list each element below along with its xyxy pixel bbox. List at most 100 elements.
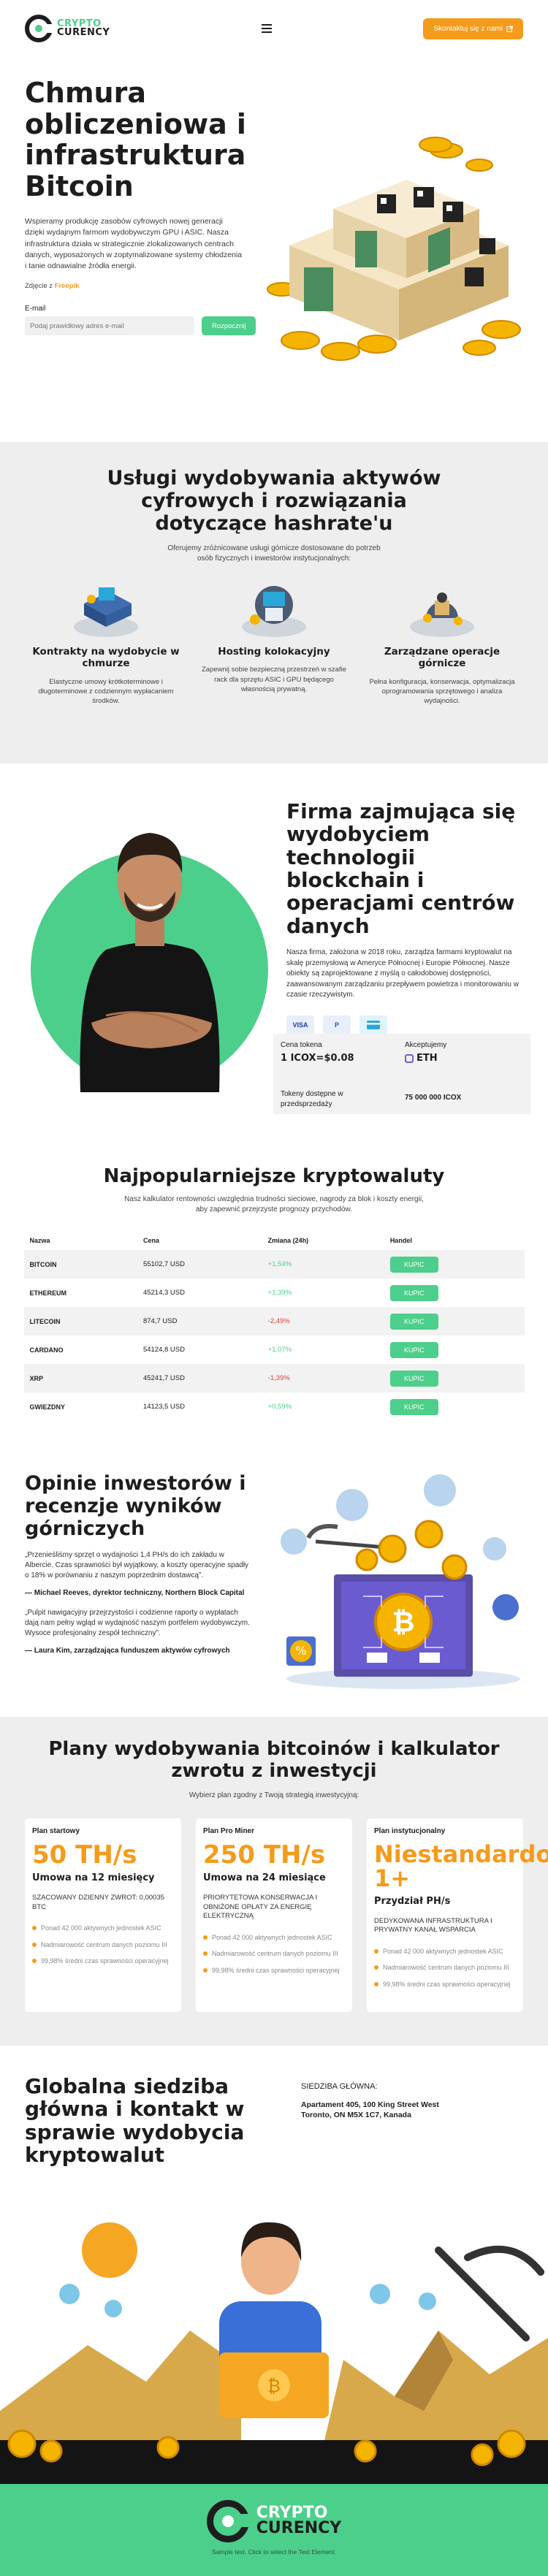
plan-terms: Umowa na 24 miesiące (203, 1872, 326, 1884)
plan-card[interactable]: Plan Pro Miner 250 TH/s Umowa na 24 mies… (196, 1818, 352, 2012)
buy-button[interactable]: KUPIC (389, 1256, 438, 1273)
service-cloud-contracts: Kontrakty na wydobycie w chmurze Elastyc… (29, 582, 183, 706)
start-button[interactable]: Rozpocznij (202, 316, 256, 336)
plan-feature: Ponad 42 000 aktywnych jednostek ASIC (374, 1947, 516, 1956)
coin-price: 54124,8 USD (142, 1346, 185, 1354)
credit-link[interactable]: Freepik (55, 282, 80, 290)
service-managed-mining: Zarządzane operacje górnicze Pełna konfi… (365, 582, 519, 706)
crypto-table: Nazwa Cena Zmiana (24h) Handel BITCOIN 5… (23, 1231, 525, 1421)
table-row: LITECOIN 874,7 USD -2,49% KUPIC (23, 1307, 525, 1335)
logo-icon (206, 2500, 249, 2542)
email-input[interactable] (25, 316, 194, 336)
server-hosting-icon (242, 586, 306, 638)
plan-feature: Nadmiarowość centrum danych poziomu III (203, 1949, 345, 1959)
footer-logo[interactable]: CRYPTO CURENCY (0, 2484, 548, 2542)
about-title: Firma zajmująca się wydobyciem technolog… (286, 799, 516, 938)
footer-copyright: Sample text. Click to select the Text El… (212, 2548, 336, 2556)
coin-change: +1,54% (262, 1250, 384, 1279)
column-header: Handel (389, 1237, 412, 1244)
buy-button[interactable]: KUPIC (389, 1398, 438, 1415)
logo-line2: CURENCY (256, 2519, 342, 2537)
table-row: XRP 45241,7 USD -1,39% KUPIC (23, 1364, 525, 1392)
about-text: Nasza firma, założona w 2018 roku, zarzą… (286, 948, 519, 999)
plan-feature: 99,98% średni czas sprawności operacyjne… (374, 1980, 516, 1989)
contact-button[interactable]: Skontaktuj się z nami (423, 18, 523, 39)
logo-line2: CURENCY (57, 27, 110, 38)
logo-line1: CRYPTO (256, 2504, 328, 2523)
column-header: Nazwa (29, 1237, 50, 1244)
coin-change: +0,59% (267, 1403, 292, 1411)
service-title: Hosting kolokacyjny (218, 646, 330, 658)
plan-feature: Nadmiarowość centrum danych poziomu III (374, 1963, 516, 1973)
hq-address: Apartament 405, 100 King Street West Tor… (301, 2100, 439, 2120)
table-header-row: Nazwa Cena Zmiana (24h) Handel (24, 1231, 525, 1250)
reviews-section: Opinie inwestorów i recenzje wyników gór… (0, 1436, 548, 1717)
coin-price: 874,7 USD (137, 1307, 262, 1335)
reviews-title: Opinie inwestorów i recenzje wyników gór… (25, 1472, 246, 1541)
buy-button[interactable]: KUPIC (389, 1284, 438, 1301)
services-section: Usługi wydobywania aktywów cyfrowych i r… (0, 442, 548, 763)
eth-icon (405, 1053, 414, 1063)
plan-card[interactable]: Plan startowy 50 TH/s Umowa na 12 miesię… (25, 1818, 181, 2012)
buy-button[interactable]: KUPIC (389, 1313, 438, 1330)
plan-description: SZACOWANY DZIENNY ZWROT: 0,00035 BTC (32, 1894, 164, 1911)
plan-features: Ponad 42 000 aktywnych jednostek ASIC Na… (374, 1947, 516, 1989)
plan-card[interactable]: Plan instytucjonalny Niestandardo 1+ Prz… (367, 1818, 548, 2012)
service-text: Zapewnij sobie bezpieczną przestrzeń w s… (201, 666, 346, 694)
review-quote: „Przenieśliśmy sprzęt o wydajności 1,4 P… (25, 1551, 249, 1580)
miner-with-laptop-illustration: ₿ (0, 2222, 548, 2484)
token-price-label: Cena tokena (281, 1041, 322, 1049)
buy-button[interactable]: KUPIC (389, 1341, 438, 1358)
review-author: — Laura Kim, zarządzająca funduszem akty… (25, 1647, 230, 1655)
paypal-icon: P (323, 1015, 351, 1034)
payment-methods: VISA P (286, 1015, 528, 1034)
credit-card-icon (359, 1015, 387, 1034)
plan-features: Ponad 42 000 aktywnych jednostek ASIC Na… (32, 1924, 174, 1966)
about-section: Firma zajmująca się wydobyciem technolog… (0, 763, 548, 1143)
plan-hashrate: Niestandardo 1+ (374, 1840, 548, 1893)
accepted-value: ETH (416, 1053, 438, 1064)
services-title: Usługi wydobywania aktywów cyfrowych i r… (107, 467, 441, 535)
review-author: — Michael Reeves, dyrektor techniczny, N… (25, 1589, 245, 1598)
contact-section: Globalna siedziba główna i kontakt w spr… (0, 2046, 548, 2484)
hero-section: Chmura obliczeniowa i infrastruktura Bit… (0, 57, 548, 382)
services-subtitle: Oferujemy zróżnicowane usługi górnicze d… (167, 544, 381, 563)
bitcoin-mining-illustration: ₿ % (281, 1474, 520, 1689)
coin-name: CARDANO (29, 1346, 64, 1354)
coin-name: BITCOIN (23, 1250, 137, 1279)
plan-terms: Przydział PH/s (374, 1895, 451, 1907)
coin-name: GWIEZDNY (29, 1403, 66, 1411)
service-title: Kontrakty na wydobycie w chmurze (32, 646, 180, 670)
plan-hashrate: 250 TH/s (203, 1840, 326, 1870)
site-header: CRYPTO CURENCY Skontaktuj się z nami (0, 0, 548, 57)
logo[interactable]: CRYPTO CURENCY (25, 15, 110, 42)
token-info-box: Cena tokena 1 ICOX=$0.08 Akceptujemy ETH… (273, 1034, 530, 1114)
service-colocation: Hosting kolokacyjny Zapewnij sobie bezpi… (197, 582, 351, 706)
coin-name: XRP (23, 1364, 137, 1392)
table-row: ETHEREUM 45214,3 USD +1,39% KUPIC (24, 1279, 525, 1307)
presale-value: 75 000 000 ICOX (405, 1094, 462, 1102)
plan-feature: Ponad 42 000 aktywnych jednostek ASIC (32, 1924, 174, 1933)
coin-change: -2,49% (262, 1307, 384, 1335)
plan-feature: Nadmiarowość centrum danych poziomu III (32, 1940, 174, 1950)
hamburger-icon[interactable] (261, 24, 272, 33)
plan-name: Plan startowy (32, 1826, 80, 1835)
site-footer: CRYPTO CURENCY Sample text. Click to sel… (0, 2484, 548, 2576)
service-title: Zarządzane operacje górnicze (384, 646, 501, 670)
svg-text:₿: ₿ (267, 2376, 281, 2396)
svg-text:%: % (295, 1644, 306, 1658)
review-quote: „Pulpit nawigacyjny przejrzystości i cod… (25, 1609, 250, 1638)
crypto-subtitle: Nasz kalkulator rentowności uwzględnia t… (124, 1195, 424, 1213)
coin-change: +1,39% (267, 1289, 292, 1297)
plan-description: PRIORYTETOWA KONSERWACJA I OBNIŻONE OPŁA… (203, 1894, 318, 1921)
presale-label: Tokeny dostępne w przedsprzedaży (281, 1090, 343, 1108)
service-text: Elastyczne umowy krótkoterminowe i długo… (38, 677, 174, 706)
money-stack-illustration (267, 137, 521, 361)
coin-price: 14123,5 USD (142, 1403, 185, 1411)
buy-button[interactable]: KUPIC (389, 1370, 438, 1387)
plans-subtitle: Wybierz plan zgodny z Twoją strategią in… (189, 1791, 359, 1799)
managed-mining-icon (410, 592, 474, 638)
hq-label: SIEDZIBA GŁÓWNA: (301, 2082, 378, 2091)
accepted-label: Akceptujemy (405, 1041, 447, 1049)
services-list: Kontrakty na wydobycie w chmurze Elastyc… (0, 582, 548, 706)
